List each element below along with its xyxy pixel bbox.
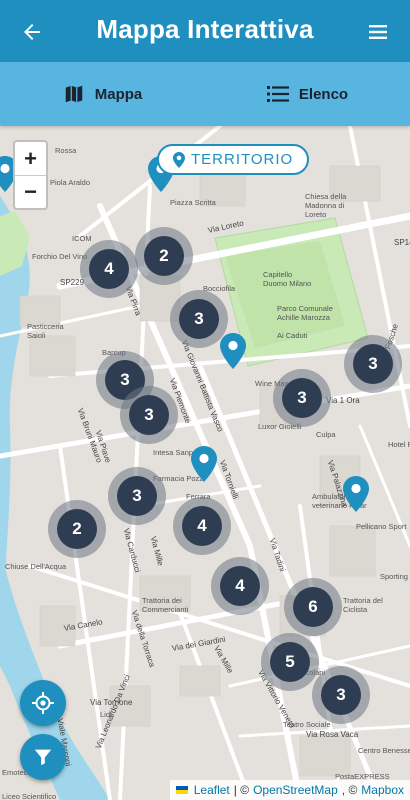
place-label: Culpa [316,430,336,439]
hamburger-menu-icon [369,25,387,39]
place-label: Forchio Del Vino [32,252,88,261]
place-label: Piazza Scritta [170,198,216,207]
place-label: Trattoria del Ciclista [343,596,383,614]
map-pin-icon[interactable] [343,476,369,512]
street-label: SP14 [394,238,410,247]
marker-cluster[interactable]: 6 [284,578,342,636]
mapbox-link[interactable]: Mapbox [361,783,404,797]
marker-cluster[interactable]: 3 [312,666,370,724]
territorio-button[interactable]: TERRITORIO [157,144,310,175]
map-pin-icon[interactable] [220,333,246,369]
cluster-count: 6 [293,587,333,627]
funnel-filter-icon [34,749,52,766]
cluster-count: 4 [182,506,222,546]
marker-cluster[interactable]: 3 [344,335,402,393]
place-label: Rossa [55,146,77,155]
cluster-count: 5 [270,642,310,682]
cluster-count: 2 [57,509,97,549]
cluster-count: 3 [117,476,157,516]
marker-cluster[interactable]: 3 [120,386,178,444]
place-label: Pellicano Sport [356,522,407,531]
place-label: Hotel Ri [388,440,410,449]
app-root: Mappa Interattiva Mappa Elenco Rossa Pio… [0,0,410,800]
marker-cluster[interactable]: 3 [273,369,331,427]
marker-cluster[interactable]: 2 [48,500,106,558]
street-label: Via 1 Ora [326,396,360,405]
place-label: ICOM [72,234,92,243]
cluster-count: 3 [179,299,219,339]
zoom-out-button[interactable]: − [15,175,46,208]
cluster-count: 4 [89,249,129,289]
place-label: Trattoria dei Commercianti [142,596,189,614]
map-pin-icon[interactable] [191,446,217,482]
place-label: Chiuse Dell'Acqua [5,562,67,571]
place-label: Pasticceria Saioli [27,322,64,340]
place-label: Chiesa della Madonna di Loreto [305,192,347,219]
tab-mappa-label: Mappa [94,85,143,103]
place-label: Parco Comunale Achille Marozza [277,304,333,322]
list-icon [266,86,289,102]
tab-mappa[interactable]: Mappa [0,62,205,126]
street-label: Via Rosa Vaca [306,730,359,739]
tab-elenco-label: Elenco [298,85,349,103]
cluster-count: 3 [129,395,169,435]
attribution-separator: | © [233,783,250,797]
filter-button[interactable] [20,734,66,780]
location-pin-icon [173,151,185,168]
place-label: Liceo Scientifico [2,792,57,800]
zoom-control: + − [13,140,48,210]
marker-cluster[interactable]: 4 [80,240,138,298]
crosshair-locate-icon [32,692,54,714]
place-label: Sporting [380,572,408,581]
leaflet-link[interactable]: Leaflet [194,783,230,797]
ukraine-flag-icon [175,786,188,794]
app-bar: Mappa Interattiva [0,0,410,62]
zoom-in-button[interactable]: + [15,142,46,175]
marker-cluster[interactable]: 4 [211,557,269,615]
cluster-count: 4 [220,566,260,606]
cluster-count: 3 [282,378,322,418]
osm-link[interactable]: OpenStreetMap [253,783,338,797]
menu-button[interactable] [360,14,396,50]
marker-cluster[interactable]: 2 [135,227,193,285]
page-title: Mappa Interattiva [96,14,314,44]
cluster-count: 2 [144,236,184,276]
marker-cluster[interactable]: 5 [261,633,319,691]
locate-me-button[interactable] [20,680,66,726]
place-label: Capitello Duomo Milano [263,270,312,288]
cluster-count: 3 [353,344,393,384]
map-attribution: Leaflet | © OpenStreetMap , © Mapbox [169,780,410,800]
place-label: Ai Caduti [277,331,308,340]
view-tabs: Mappa Elenco [0,62,410,126]
marker-cluster[interactable]: 3 [108,467,166,525]
place-label: Centro Benessere [358,746,410,755]
place-label: Piola Araldo [50,178,91,187]
street-label: SP229 [60,278,85,287]
cluster-count: 3 [321,675,361,715]
territorio-label: TERRITORIO [191,151,294,168]
folded-map-icon [65,85,82,103]
tab-elenco[interactable]: Elenco [205,62,410,126]
attribution-separator: , © [341,783,358,797]
marker-cluster[interactable]: 4 [173,497,231,555]
